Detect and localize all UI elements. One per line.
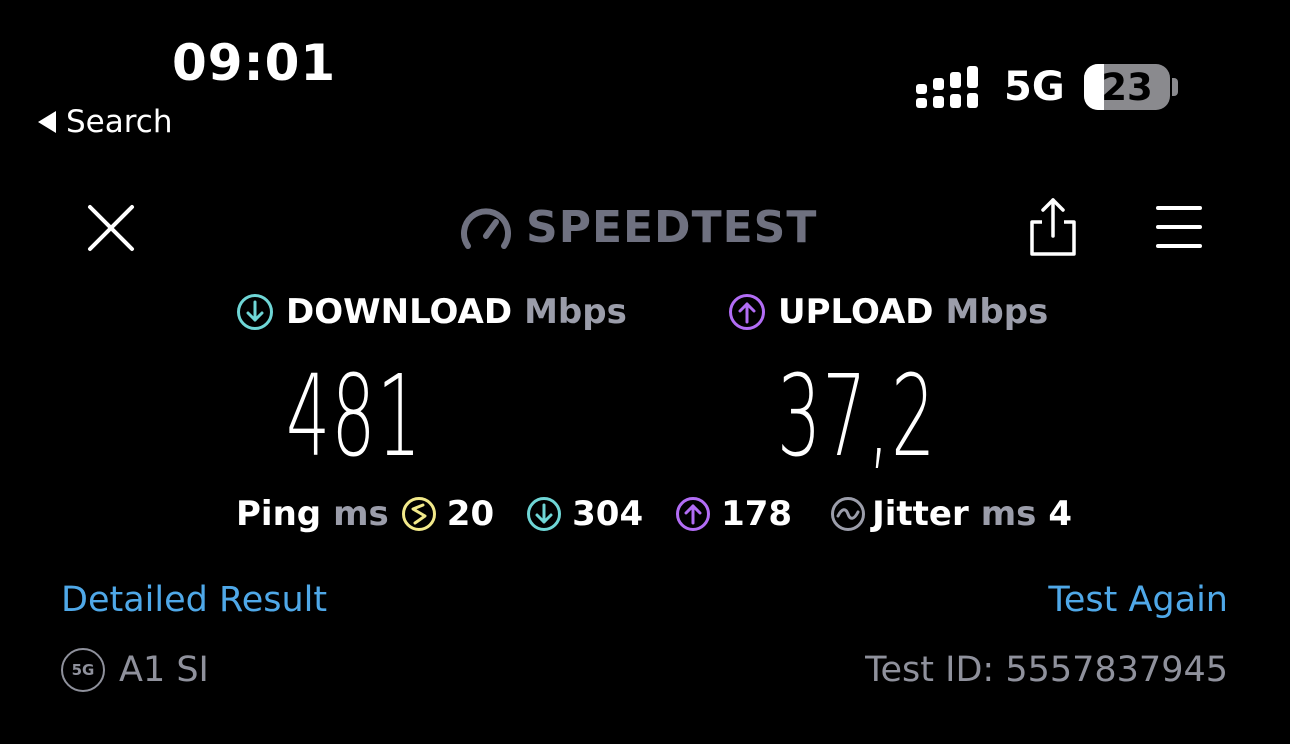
back-label: Search	[66, 104, 173, 140]
back-to-search-button[interactable]: Search	[38, 104, 173, 140]
battery-terminal	[1172, 78, 1178, 96]
ping-unit: ms	[333, 494, 389, 534]
menu-icon[interactable]	[1156, 204, 1202, 250]
jitter-value: 4	[1048, 494, 1073, 534]
ping-download-value: 304	[572, 494, 644, 534]
upload-speed-value: 37,2	[777, 352, 937, 482]
back-arrow-icon	[38, 111, 56, 133]
status-time: 09:01	[172, 34, 337, 92]
download-header: DOWNLOAD Mbps	[236, 292, 627, 332]
jitter-unit: ms	[980, 494, 1037, 534]
ping-idle-icon	[401, 496, 437, 532]
upload-label: UPLOAD	[778, 292, 934, 332]
logo-text: SPEEDTEST	[526, 202, 818, 253]
5g-badge-icon: 5G	[61, 648, 105, 692]
upload-unit: Mbps	[945, 292, 1049, 332]
network-type: 5G	[1004, 64, 1065, 110]
speedometer-icon	[460, 206, 512, 250]
close-icon[interactable]	[86, 203, 136, 253]
share-icon[interactable]	[1028, 196, 1078, 258]
download-label: DOWNLOAD	[286, 292, 513, 332]
download-unit: Mbps	[524, 292, 627, 332]
ping-idle-value: 20	[446, 494, 495, 534]
battery-icon: 23	[1084, 64, 1170, 110]
ping-upload-icon	[675, 496, 711, 532]
test-again-link[interactable]: Test Again	[1048, 580, 1228, 620]
detailed-result-link[interactable]: Detailed Result	[61, 580, 327, 620]
download-speed-value: 481	[286, 352, 423, 482]
metrics-row: Ping ms 20 304 178 Jitter ms 4	[236, 494, 1072, 534]
battery-percent: 23	[1101, 65, 1153, 109]
jitter-label: Jitter	[872, 494, 969, 534]
carrier-name: A1 SI	[119, 650, 209, 690]
jitter-icon	[830, 496, 866, 532]
speedtest-logo: SPEEDTEST	[460, 202, 817, 253]
carrier-info: 5G A1 SI	[61, 648, 209, 692]
ping-upload-value: 178	[721, 494, 793, 534]
ping-label: Ping	[236, 494, 322, 534]
upload-arrow-icon	[728, 293, 766, 331]
download-arrow-icon	[236, 293, 274, 331]
signal-icon	[916, 66, 982, 108]
ping-download-icon	[526, 496, 562, 532]
upload-header: UPLOAD Mbps	[728, 292, 1048, 332]
test-id: Test ID: 5557837945	[865, 650, 1228, 690]
